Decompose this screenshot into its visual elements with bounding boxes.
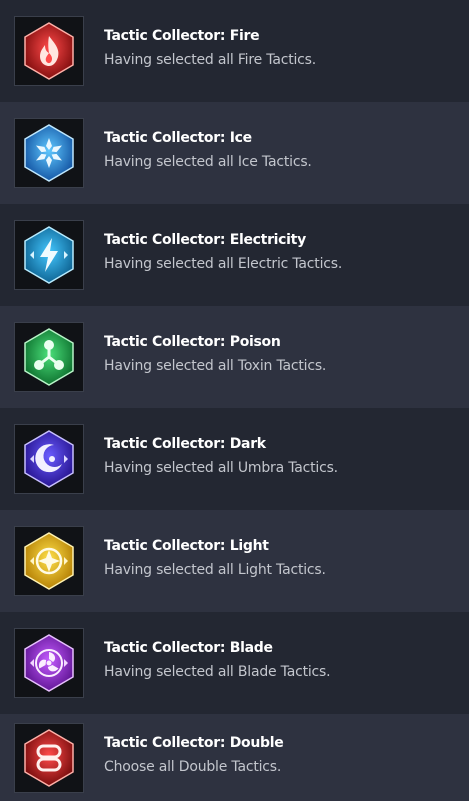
achievement-row-electricity[interactable]: Tactic Collector: Electricity Having sel… — [0, 204, 469, 306]
achievement-row-fire[interactable]: Tactic Collector: Fire Having selected a… — [0, 0, 469, 102]
achievement-description: Having selected all Fire Tactics. — [104, 52, 317, 68]
achievement-icon-frame — [14, 526, 84, 596]
achievement-title: Tactic Collector: Electricity — [104, 232, 306, 248]
achievement-icon-frame — [14, 16, 84, 86]
achievement-list: Tactic Collector: Fire Having selected a… — [0, 0, 469, 801]
achievement-icon-frame — [14, 628, 84, 698]
sun-icon — [24, 532, 74, 590]
achievement-title: Tactic Collector: Poison — [104, 334, 281, 350]
achievement-row-double[interactable]: Tactic Collector: Double Choose all Doub… — [0, 714, 469, 801]
achievement-description: Choose all Double Tactics. — [104, 758, 282, 775]
achievement-icon-frame — [14, 220, 84, 290]
achievement-description: Having selected all Light Tactics. — [104, 562, 326, 578]
achievement-icon-frame — [14, 722, 84, 793]
double-chain-icon — [24, 728, 74, 787]
achievement-title: Tactic Collector: Blade — [104, 640, 273, 656]
crescent-moon-icon — [24, 430, 74, 488]
achievement-title: Tactic Collector: Ice — [104, 130, 252, 146]
lightning-icon — [24, 226, 74, 284]
achievement-row-ice[interactable]: Tactic Collector: Ice Having selected al… — [0, 102, 469, 204]
achievement-icon-frame — [14, 424, 84, 494]
blade-swirl-icon — [24, 634, 74, 692]
snowflake-icon — [24, 124, 74, 182]
achievement-row-dark[interactable]: Tactic Collector: Dark Having selected a… — [0, 408, 469, 510]
achievement-title: Tactic Collector: Fire — [104, 28, 260, 44]
achievement-description: Having selected all Umbra Tactics. — [104, 460, 338, 476]
achievement-title: Tactic Collector: Dark — [104, 436, 266, 452]
toxin-icon — [24, 328, 74, 386]
achievement-description: Having selected all Blade Tactics. — [104, 664, 331, 680]
achievement-description: Having selected all Electric Tactics. — [104, 256, 343, 272]
achievement-row-blade[interactable]: Tactic Collector: Blade Having selected … — [0, 612, 469, 714]
fire-icon — [24, 22, 74, 80]
achievement-description: Having selected all Toxin Tactics. — [104, 358, 327, 374]
achievement-row-poison[interactable]: Tactic Collector: Poison Having selected… — [0, 306, 469, 408]
achievement-description: Having selected all Ice Tactics. — [104, 154, 312, 170]
achievement-title: Tactic Collector: Double — [104, 734, 284, 751]
achievement-icon-frame — [14, 118, 84, 188]
achievement-title: Tactic Collector: Light — [104, 538, 269, 554]
achievement-icon-frame — [14, 322, 84, 392]
achievement-row-light[interactable]: Tactic Collector: Light Having selected … — [0, 510, 469, 612]
